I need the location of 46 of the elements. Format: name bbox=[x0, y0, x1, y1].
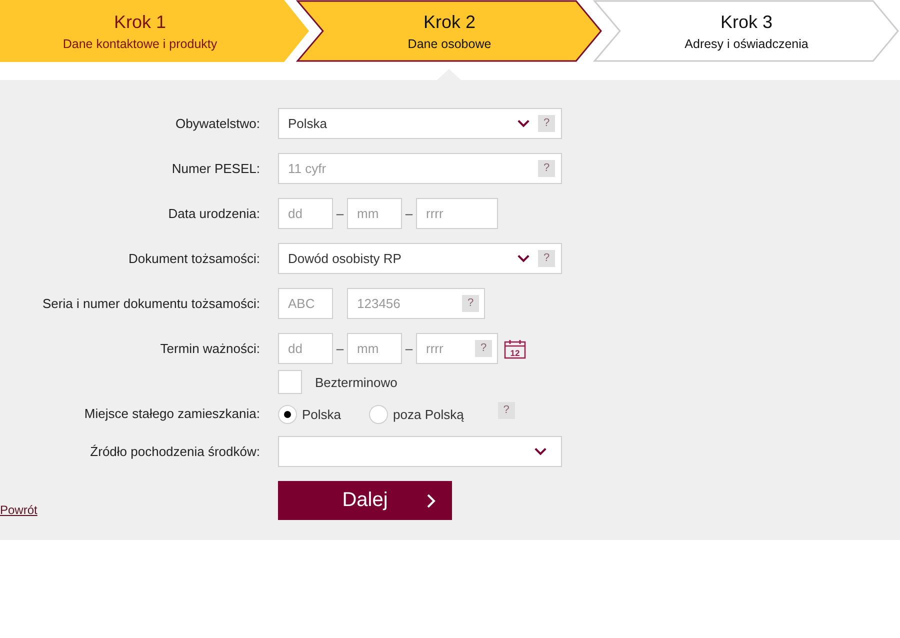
select-field[interactable]: Polska ? bbox=[278, 108, 562, 139]
next-button[interactable]: Dalej bbox=[278, 481, 452, 520]
checkbox[interactable] bbox=[278, 370, 302, 394]
step-tab[interactable]: Krok 2 Dane osobowe bbox=[297, 0, 602, 62]
input-field[interactable]: dd bbox=[278, 198, 333, 229]
select-value: Polska bbox=[288, 116, 328, 131]
help-button[interactable]: ? bbox=[538, 160, 555, 177]
select-value: Dowód osobisty RP bbox=[288, 251, 402, 266]
radio-button[interactable] bbox=[369, 404, 388, 424]
date-separator: – bbox=[335, 341, 345, 356]
help-button[interactable]: ? bbox=[538, 250, 555, 267]
select-field[interactable]: Dowód osobisty RP ? bbox=[278, 243, 562, 274]
date-separator: – bbox=[404, 206, 414, 221]
back-link[interactable]: Powrót bbox=[0, 503, 278, 517]
input-field[interactable]: mm bbox=[347, 333, 402, 364]
field-label: Obywatelstwo: bbox=[175, 116, 260, 130]
field-label: Dokument tożsamości: bbox=[128, 250, 260, 266]
field-label: Numer PESEL: bbox=[172, 160, 260, 176]
field-label: Data urodzenia: bbox=[168, 206, 260, 220]
step-tab[interactable]: Krok 1 Dane kontaktowe i produkty bbox=[0, 0, 310, 62]
field-label: Seria i numer dokumentu tożsamości: bbox=[42, 296, 260, 310]
help-button[interactable]: ? bbox=[475, 340, 492, 357]
help-button[interactable]: ? bbox=[498, 402, 515, 418]
checkbox-label: Bezterminowo bbox=[315, 374, 398, 390]
chevron-right-icon bbox=[426, 493, 436, 509]
radio-label: Polska bbox=[302, 406, 342, 422]
field-label: Termin ważności: bbox=[160, 340, 260, 356]
chevron-down-icon bbox=[517, 254, 530, 263]
field-label: Miejsce stałego zamieszkania: bbox=[84, 406, 260, 421]
chevron-down-icon bbox=[534, 447, 547, 456]
step-tab[interactable]: Krok 3 Adresy i oświadczenia bbox=[594, 0, 899, 62]
input-field[interactable]: 11 cyfr ? bbox=[278, 153, 562, 184]
calendar-icon[interactable]: 12 bbox=[504, 338, 526, 358]
input-field[interactable]: dd bbox=[278, 333, 333, 364]
chevron-down-icon bbox=[517, 119, 530, 128]
date-separator: – bbox=[335, 206, 345, 221]
field-label: Źródło pochodzenia środków: bbox=[90, 444, 260, 458]
radio-button[interactable] bbox=[278, 404, 297, 424]
radio-label: poza Polską bbox=[393, 406, 464, 422]
help-button[interactable]: ? bbox=[462, 295, 479, 312]
input-field[interactable]: rrrr bbox=[416, 198, 498, 229]
input-field[interactable]: mm bbox=[347, 198, 402, 229]
select-field[interactable] bbox=[278, 436, 562, 467]
help-button[interactable]: ? bbox=[538, 115, 555, 132]
date-separator: – bbox=[404, 341, 414, 356]
input-field[interactable]: ABC bbox=[278, 288, 333, 319]
